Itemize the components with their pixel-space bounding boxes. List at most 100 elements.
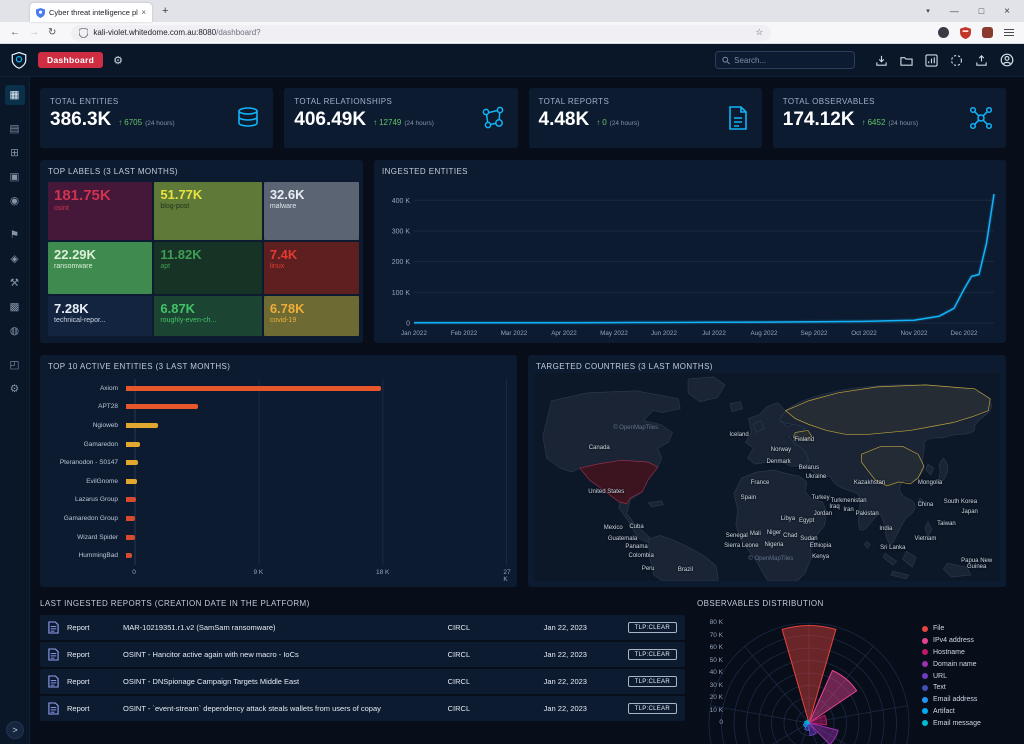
treemap-tile-linux[interactable]: 7.4K linux: [263, 242, 359, 294]
bar-row-Gamaredon-Group[interactable]: Gamaredon Group: [48, 515, 507, 522]
back-button[interactable]: ←: [10, 27, 20, 38]
sidebar-item-locations[interactable]: ◍: [5, 321, 25, 341]
sidebar-item-threats[interactable]: ⚑: [5, 225, 25, 245]
dashboard-settings-gear-icon[interactable]: ⚙: [113, 54, 123, 67]
bar-row-Lazarus-Group[interactable]: Lazarus Group: [48, 496, 507, 503]
minimize-button[interactable]: —: [950, 6, 959, 16]
report-row[interactable]: Report OSINT - Hancitor active again with…: [40, 642, 685, 667]
bar-row-Gamaredon[interactable]: Gamaredon: [48, 441, 507, 448]
report-row[interactable]: Report MAR-10219351.r1.v2 (SamSam ransomw…: [40, 615, 685, 640]
ingested-entities-chart[interactable]: 400 K 300 K 200 K 100 K 0 Jan 2022 Feb 2022 Mar…: [380, 180, 1000, 339]
data-sharing-tray-icon[interactable]: [875, 54, 888, 67]
forward-button[interactable]: →: [29, 27, 39, 38]
bar-row-Ngioweb[interactable]: Ngioweb: [48, 422, 507, 429]
legend-item-Email-message[interactable]: Email message: [922, 717, 1004, 729]
bar[interactable]: [126, 515, 136, 521]
opencti-logo-icon[interactable]: [10, 51, 28, 69]
sidebar-item-data[interactable]: ◰: [5, 355, 25, 375]
treemap-tile-osint[interactable]: 181.75K osint: [48, 182, 153, 240]
sidebar-item-cases[interactable]: ⊞: [5, 143, 25, 163]
report-name[interactable]: OSINT - Hancitor active again with new m…: [123, 650, 440, 659]
new-tab-button[interactable]: +: [162, 5, 168, 17]
bar-row-APT28[interactable]: APT28: [48, 403, 507, 410]
stat-delta: 6452: [867, 118, 886, 127]
radar-tick: 30 K: [709, 681, 723, 689]
bar[interactable]: [126, 534, 135, 540]
firefox-account-icon[interactable]: [938, 27, 949, 38]
search-input[interactable]: [734, 55, 848, 65]
report-author: CIRCL: [447, 650, 471, 659]
observables-radar-chart[interactable]: [697, 599, 920, 744]
sidebar-item-dashboard[interactable]: ▦: [4, 85, 25, 105]
legend-item-Domain-name[interactable]: Domain name: [922, 658, 1004, 670]
bar-row-Wizard-Spider[interactable]: Wizard Spider: [48, 534, 507, 541]
report-row[interactable]: Report OSINT - `event-stream` dependency …: [40, 696, 685, 721]
sidebar-item-events[interactable]: ▣: [5, 167, 25, 187]
import-tray-icon[interactable]: [975, 54, 988, 67]
legend-item-Hostname[interactable]: Hostname: [922, 647, 1004, 659]
report-name[interactable]: MAR-10219351.r1.v2 (SamSam ransomware): [123, 623, 440, 632]
legend-item-Email-address[interactable]: Email address: [922, 694, 1004, 706]
adblock-shield-icon[interactable]: [960, 26, 971, 39]
url-bar[interactable]: kali-violet.whitedome.com.au:8080/dashbo…: [71, 24, 772, 41]
maximize-button[interactable]: □: [979, 6, 984, 16]
world-map[interactable]: Canada Iceland Finland Norway Denmark Belarus…: [534, 373, 1000, 581]
bar[interactable]: [126, 422, 159, 428]
sidebar-item-analyses[interactable]: ▤: [5, 119, 25, 139]
bar[interactable]: [126, 497, 137, 503]
radar-tick: 0: [719, 719, 723, 726]
global-search[interactable]: [715, 51, 855, 69]
tab-close-icon[interactable]: ×: [141, 8, 146, 17]
extension-icon[interactable]: [982, 27, 993, 38]
bar[interactable]: [126, 553, 133, 559]
profile-account-icon[interactable]: [1000, 53, 1014, 67]
sidebar-item-entities[interactable]: ▩: [5, 297, 25, 317]
sidebar-expand-button[interactable]: >: [6, 721, 24, 739]
custom-dashboards-chart-icon[interactable]: [925, 53, 938, 67]
treemap-tile-covid-19[interactable]: 6.78K covid-19: [263, 296, 359, 336]
bar-row-HummingBad[interactable]: HummingBad: [48, 552, 507, 559]
treemap-tile-apt[interactable]: 11.82K apt: [154, 242, 262, 294]
menu-icon[interactable]: [1004, 28, 1014, 37]
map-country-united-states[interactable]: [579, 459, 659, 505]
bar[interactable]: [126, 404, 198, 410]
panel-title: TOP 10 ACTIVE ENTITIES (3 LAST MONTHS): [48, 362, 231, 371]
bar[interactable]: [126, 460, 139, 466]
svg-text:Sep 2022: Sep 2022: [801, 330, 828, 337]
legend-item-Text[interactable]: Text: [922, 682, 1004, 694]
investigations-folder-icon[interactable]: [900, 54, 913, 67]
explore-dashed-circle-icon[interactable]: [950, 54, 963, 67]
report-name[interactable]: OSINT - DNSpionage Campaign Targets Midd…: [123, 677, 440, 686]
bar-row-Axiom[interactable]: Axiom: [48, 385, 507, 392]
report-row[interactable]: Report OSINT - DNSpionage Campaign Target…: [40, 669, 685, 694]
treemap-tile-technical-repor-[interactable]: 7.28K technical-repor...: [48, 296, 153, 336]
top-active-entities-chart[interactable]: Axiom APT28 Ngioweb Gamaredon Pteranodon - S…: [48, 379, 511, 583]
bar[interactable]: [126, 441, 141, 447]
map-label-Niger: Niger: [766, 530, 782, 537]
reload-button[interactable]: ↻: [48, 27, 56, 38]
legend-item-URL[interactable]: URL: [922, 670, 1004, 682]
treemap-tile-malware[interactable]: 32.6K malware: [263, 182, 359, 240]
legend-item-Artifact[interactable]: Artifact: [922, 706, 1004, 718]
list-tabs-icon[interactable]: ▾: [926, 7, 930, 15]
sidebar-item-techniques[interactable]: ⚒: [5, 273, 25, 293]
tracking-protection-shield-icon[interactable]: [79, 27, 89, 38]
treemap-tile-blog-post[interactable]: 51.77K blog-post: [154, 182, 262, 240]
window-close-button[interactable]: ×: [1004, 6, 1010, 17]
bar[interactable]: [126, 478, 138, 484]
sidebar-item-observations[interactable]: ◉: [5, 191, 25, 211]
legend-label: Email message: [933, 719, 981, 727]
bar-row-EvilGnome[interactable]: EvilGnome: [48, 478, 507, 485]
sidebar-item-arsenal[interactable]: ◈: [5, 249, 25, 269]
bookmark-star-icon[interactable]: ☆: [755, 27, 763, 38]
dashboard-chip[interactable]: Dashboard: [38, 52, 104, 68]
treemap-tile-ransomware[interactable]: 22.29K ransomware: [48, 242, 153, 294]
sidebar-item-settings[interactable]: ⚙: [5, 379, 25, 399]
bar-row-Pteranodon-S0147[interactable]: Pteranodon - S0147: [48, 459, 507, 466]
report-name[interactable]: OSINT - `event-stream` dependency attack…: [123, 704, 440, 713]
legend-item-IPv4-address[interactable]: IPv4 address: [922, 635, 1004, 647]
legend-item-File[interactable]: File: [922, 623, 1004, 635]
bar[interactable]: [126, 385, 382, 391]
browser-tab[interactable]: Cyber threat intelligence platf... ×: [30, 3, 152, 22]
treemap-tile-roughly-even-ch-[interactable]: 6.87K roughly-even-ch...: [154, 296, 262, 336]
